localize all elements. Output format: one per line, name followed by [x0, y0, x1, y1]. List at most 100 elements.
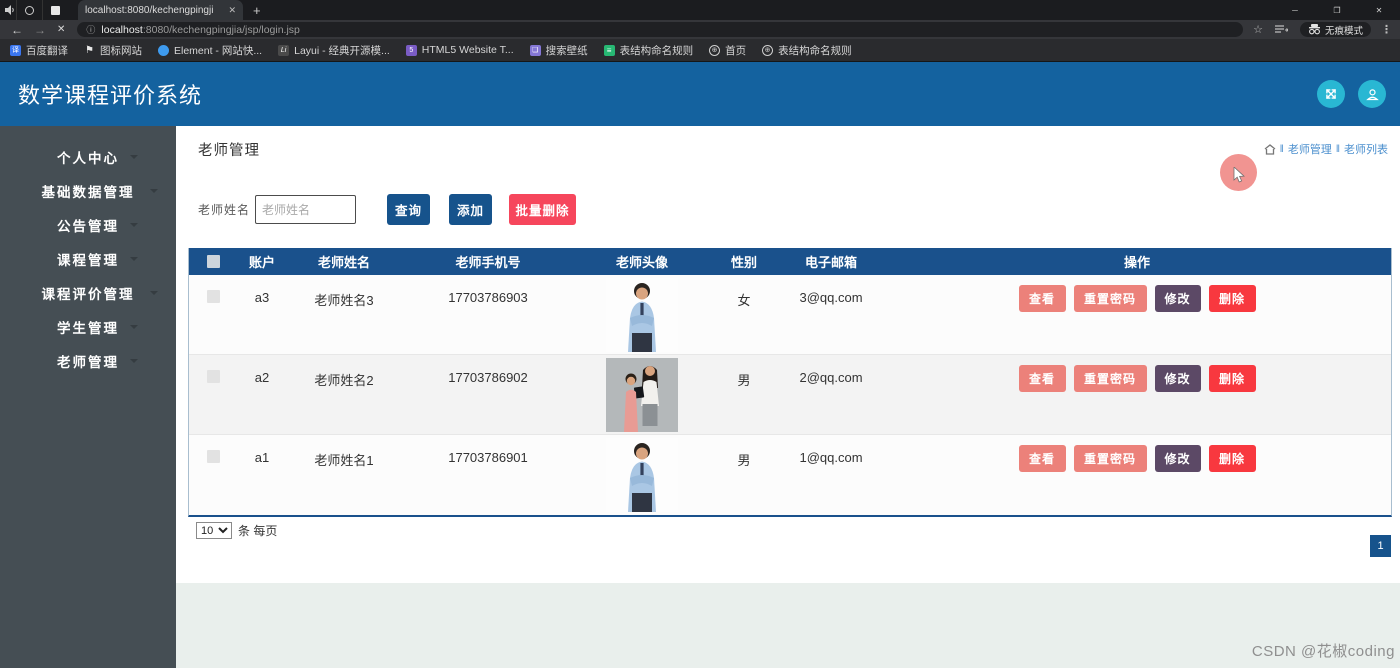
header-phone: 老师手机号 [455, 255, 521, 270]
search-form: 老师姓名 查询 添加 批量删除 [198, 194, 577, 225]
page-1-button[interactable]: 1 [1370, 535, 1391, 557]
tab-close-icon[interactable]: ✕ [228, 5, 236, 16]
header-avatar: 老师头像 [615, 255, 668, 270]
restore-button[interactable]: ❐ [1316, 0, 1358, 20]
page-title: 老师管理 [198, 143, 260, 159]
teacher-table: 账户 老师姓名 老师手机号 老师头像 性别 电子邮箱 操作 a3 老师姓名3 1… [188, 248, 1392, 517]
add-button[interactable]: 添加 [449, 194, 493, 225]
address-bar[interactable]: ⓘ localhost :8080/kechengpingjia/jsp/log… [77, 22, 1244, 37]
cell-phone: 17703786902 [448, 370, 528, 385]
sidebar-item-student[interactable]: 学生管理 [0, 310, 176, 344]
bookmarks-bar: 译百度翻译 ⚑ 图标网站 Element - 网站快... Li Layui - 经… [0, 39, 1400, 62]
header-operations: 操作 [1123, 255, 1150, 270]
bookmark-wallpaper-search[interactable]: ❏ 搜索壁纸 [529, 43, 588, 58]
select-all-checkbox[interactable] [206, 255, 220, 268]
globe-icon [25, 5, 34, 15]
pinned-tab-globe[interactable] [16, 0, 42, 20]
table-row: a2 老师姓名2 17703786902 男 2@qq.com 查看 重置密码 … [189, 355, 1391, 435]
view-button[interactable]: 查看 [1018, 365, 1066, 392]
sidebar: 个人中心 基础数据管理 公告管理 课程管理 课程评价管理 学生管理 老师管理 [0, 126, 176, 668]
site-info-icon[interactable]: ⓘ [86, 23, 95, 36]
sidebar-item-basic-data[interactable]: 基础数据管理 [0, 174, 176, 208]
cell-teacher-name: 老师姓名2 [314, 373, 374, 388]
bookmark-table-naming-rules-2[interactable]: ⊕ 表结构命名规则 [762, 43, 852, 58]
edit-button[interactable]: 修改 [1154, 285, 1201, 312]
favicon: 译 [10, 44, 21, 56]
home-icon[interactable] [1264, 143, 1276, 155]
cell-account: a1 [254, 450, 270, 465]
reset-password-button[interactable]: 重置密码 [1073, 445, 1147, 472]
user-icon [1365, 88, 1379, 100]
favicon: Li [278, 44, 290, 56]
chevron-down-icon [130, 223, 138, 227]
browser-tab[interactable]: localhost:8080/kechengpingji ✕ [78, 0, 243, 20]
cell-teacher-name: 老师姓名1 [314, 453, 374, 468]
sidebar-item-course[interactable]: 课程管理 [0, 242, 176, 276]
browser-menu-icon[interactable]: ⋮ [1381, 23, 1392, 36]
reset-password-button[interactable]: 重置密码 [1073, 285, 1147, 312]
sidebar-item-teacher[interactable]: 老师管理 [0, 344, 176, 378]
bookmark-star-icon[interactable]: ☆ [1253, 23, 1263, 36]
bookmark-table-naming-rules[interactable]: ≡ 表结构命名规则 [603, 43, 693, 58]
row-checkbox[interactable] [206, 290, 220, 303]
new-tab-button[interactable]: + [253, 4, 261, 17]
fullscreen-button[interactable] [1317, 80, 1345, 108]
globe-icon: ⊕ [762, 44, 774, 56]
batch-delete-button[interactable]: 批量删除 [509, 194, 577, 225]
delete-button[interactable]: 删除 [1208, 285, 1256, 312]
per-page-label: 条 每页 [238, 524, 278, 538]
app-title: 数学课程评价系统 [18, 83, 203, 108]
chevron-down-icon [150, 189, 158, 193]
row-checkbox[interactable] [206, 450, 220, 463]
favicon: ❏ [529, 44, 541, 56]
minimize-button[interactable]: ─ [1274, 0, 1316, 20]
sidebar-item-personal-center[interactable]: 个人中心 [0, 140, 176, 174]
breadcrumb: ‖ 老师管理 ‖ 老师列表 [1264, 141, 1388, 157]
bookmark-layui[interactable]: Li Layui - 经典开源模... [278, 43, 390, 58]
favicon: 5 [405, 44, 417, 56]
teacher-avatar-image [606, 438, 678, 512]
chevron-down-icon [130, 257, 138, 261]
delete-button[interactable]: 删除 [1208, 445, 1256, 472]
close-button[interactable]: ✕ [1358, 0, 1400, 20]
sidebar-item-announcement[interactable]: 公告管理 [0, 208, 176, 242]
sidebar-item-course-evaluation[interactable]: 课程评价管理 [0, 276, 176, 310]
query-button[interactable]: 查询 [387, 194, 431, 225]
view-button[interactable]: 查看 [1018, 445, 1066, 472]
speaker-icon [5, 5, 16, 15]
breadcrumb-teacher-list[interactable]: 老师列表 [1344, 141, 1388, 157]
page-icon [51, 5, 60, 15]
bookmark-icon-site[interactable]: ⚑ 图标网站 [84, 43, 142, 58]
header-account: 账户 [248, 255, 275, 270]
expand-arrows-icon [1326, 89, 1336, 99]
window-controls: ─ ❐ ✕ [1274, 0, 1400, 20]
forward-button[interactable]: → [34, 24, 46, 36]
chevron-down-icon [150, 291, 158, 295]
pinned-tab-page[interactable] [42, 0, 68, 20]
teacher-name-input[interactable] [255, 195, 357, 224]
per-page-control: 10 条 每页 [196, 522, 277, 539]
bookmark-baidu-translate[interactable]: 译百度翻译 [10, 43, 68, 58]
view-button[interactable]: 查看 [1018, 285, 1066, 312]
screen: localhost:8080/kechengpingji ✕ + ─ ❐ ✕ ←… [0, 0, 1400, 668]
cell-teacher-name: 老师姓名3 [314, 293, 374, 308]
cell-account: a2 [254, 370, 270, 385]
bookmark-element[interactable]: Element - 网站快... [158, 43, 262, 58]
edit-button[interactable]: 修改 [1154, 365, 1201, 392]
delete-button[interactable]: 删除 [1208, 365, 1256, 392]
edit-button[interactable]: 修改 [1154, 445, 1201, 472]
user-profile-button[interactable] [1358, 80, 1386, 108]
breadcrumb-teacher-management[interactable]: 老师管理 [1288, 141, 1332, 157]
chevron-down-icon [130, 359, 138, 363]
back-button[interactable]: ← [11, 24, 23, 36]
bookmark-html5-template[interactable]: 5 HTML5 Website T... [405, 44, 514, 56]
reading-list-icon[interactable] [1274, 24, 1288, 35]
stop-button[interactable]: ✕ [57, 24, 65, 36]
app-header: 数学课程评价系统 [0, 62, 1400, 126]
chevron-down-icon [130, 325, 138, 329]
per-page-select[interactable]: 10 [196, 522, 232, 539]
bookmark-home[interactable]: ⊕ 首页 [709, 43, 746, 58]
incognito-icon [1308, 24, 1320, 35]
row-checkbox[interactable] [206, 370, 220, 383]
reset-password-button[interactable]: 重置密码 [1073, 365, 1147, 392]
